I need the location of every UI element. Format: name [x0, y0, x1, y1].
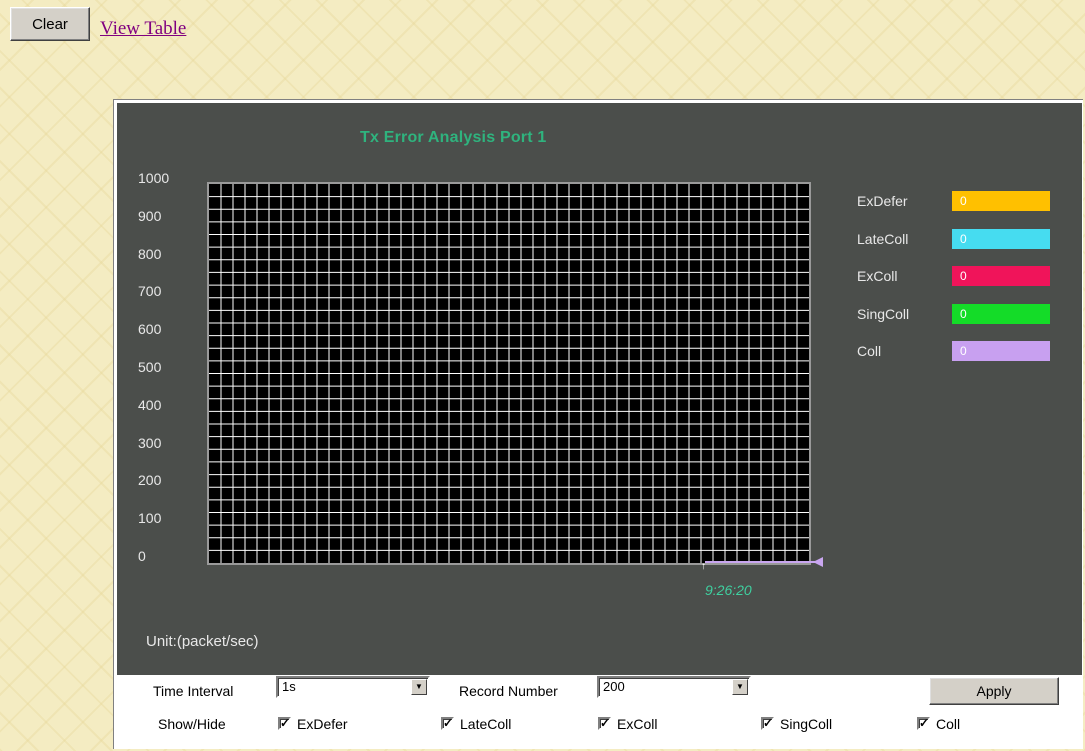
- y-tick-label: 900: [138, 207, 162, 224]
- legend-label: Coll: [857, 343, 882, 359]
- clear-button[interactable]: Clear: [10, 7, 90, 41]
- y-tick-label: 100: [138, 510, 162, 527]
- time-label: 9:26:20: [705, 582, 752, 598]
- coll-series-line: [705, 561, 818, 563]
- legend-value-box: 0: [952, 228, 1050, 249]
- legend-label: ExDefer: [857, 193, 908, 209]
- legend-label: LateColl: [857, 230, 909, 247]
- y-tick-label: 0: [138, 548, 146, 564]
- time-interval-label: Time Interval: [153, 683, 234, 699]
- y-tick-label: 200: [138, 472, 162, 489]
- chart-title: Tx Error Analysis Port 1: [360, 129, 547, 146]
- unit-label: Unit:(packet/sec): [146, 633, 259, 650]
- checkbox-label: LateColl: [460, 716, 512, 732]
- chevron-down-icon[interactable]: ▼: [411, 679, 427, 695]
- record-number-value: 200: [603, 679, 625, 694]
- checkbox-exdefer[interactable]: ✓: [278, 717, 291, 730]
- y-tick-label: 700: [138, 283, 162, 300]
- checkbox-singcoll[interactable]: ✓: [761, 717, 774, 730]
- coll-series-marker: [813, 557, 823, 567]
- chevron-down-icon[interactable]: ▼: [732, 679, 748, 695]
- time-interval-value: 1s: [282, 679, 296, 694]
- checkbox-latecoll[interactable]: ✓: [441, 717, 454, 730]
- checkbox-label: SingColl: [780, 716, 833, 732]
- view-table-link[interactable]: View Table: [100, 18, 186, 40]
- legend-value-box: 0: [952, 341, 1050, 361]
- y-tick-label: 500: [138, 359, 162, 375]
- checkbox-label: ExColl: [617, 716, 658, 732]
- record-number-label: Record Number: [459, 683, 558, 699]
- legend-value-box: 0: [952, 191, 1050, 211]
- time-arrow-icon: ↑: [701, 561, 706, 572]
- plot-grid: [209, 184, 809, 563]
- record-number-select[interactable]: 200 ▼: [597, 676, 751, 698]
- legend-label: SingColl: [857, 305, 910, 322]
- checkbox-label: Coll: [936, 716, 961, 732]
- time-interval-select[interactable]: 1s ▼: [276, 676, 430, 698]
- checkbox-excoll[interactable]: ✓: [598, 717, 611, 730]
- y-tick-label: 800: [138, 245, 162, 262]
- y-tick-label: 1000: [138, 170, 170, 186]
- legend-label: ExColl: [857, 268, 898, 284]
- legend-value-box: 0: [952, 266, 1050, 286]
- legend-value-box: 0: [952, 303, 1050, 324]
- checkbox-coll[interactable]: ✓: [917, 717, 930, 730]
- apply-button[interactable]: Apply: [929, 677, 1059, 705]
- y-tick-label: 300: [138, 434, 162, 451]
- y-tick-label: 600: [138, 321, 162, 338]
- show-hide-label: Show/Hide: [158, 716, 226, 732]
- plot-area: [207, 182, 811, 565]
- y-tick-label: 400: [138, 396, 162, 413]
- checkbox-label: ExDefer: [297, 716, 348, 732]
